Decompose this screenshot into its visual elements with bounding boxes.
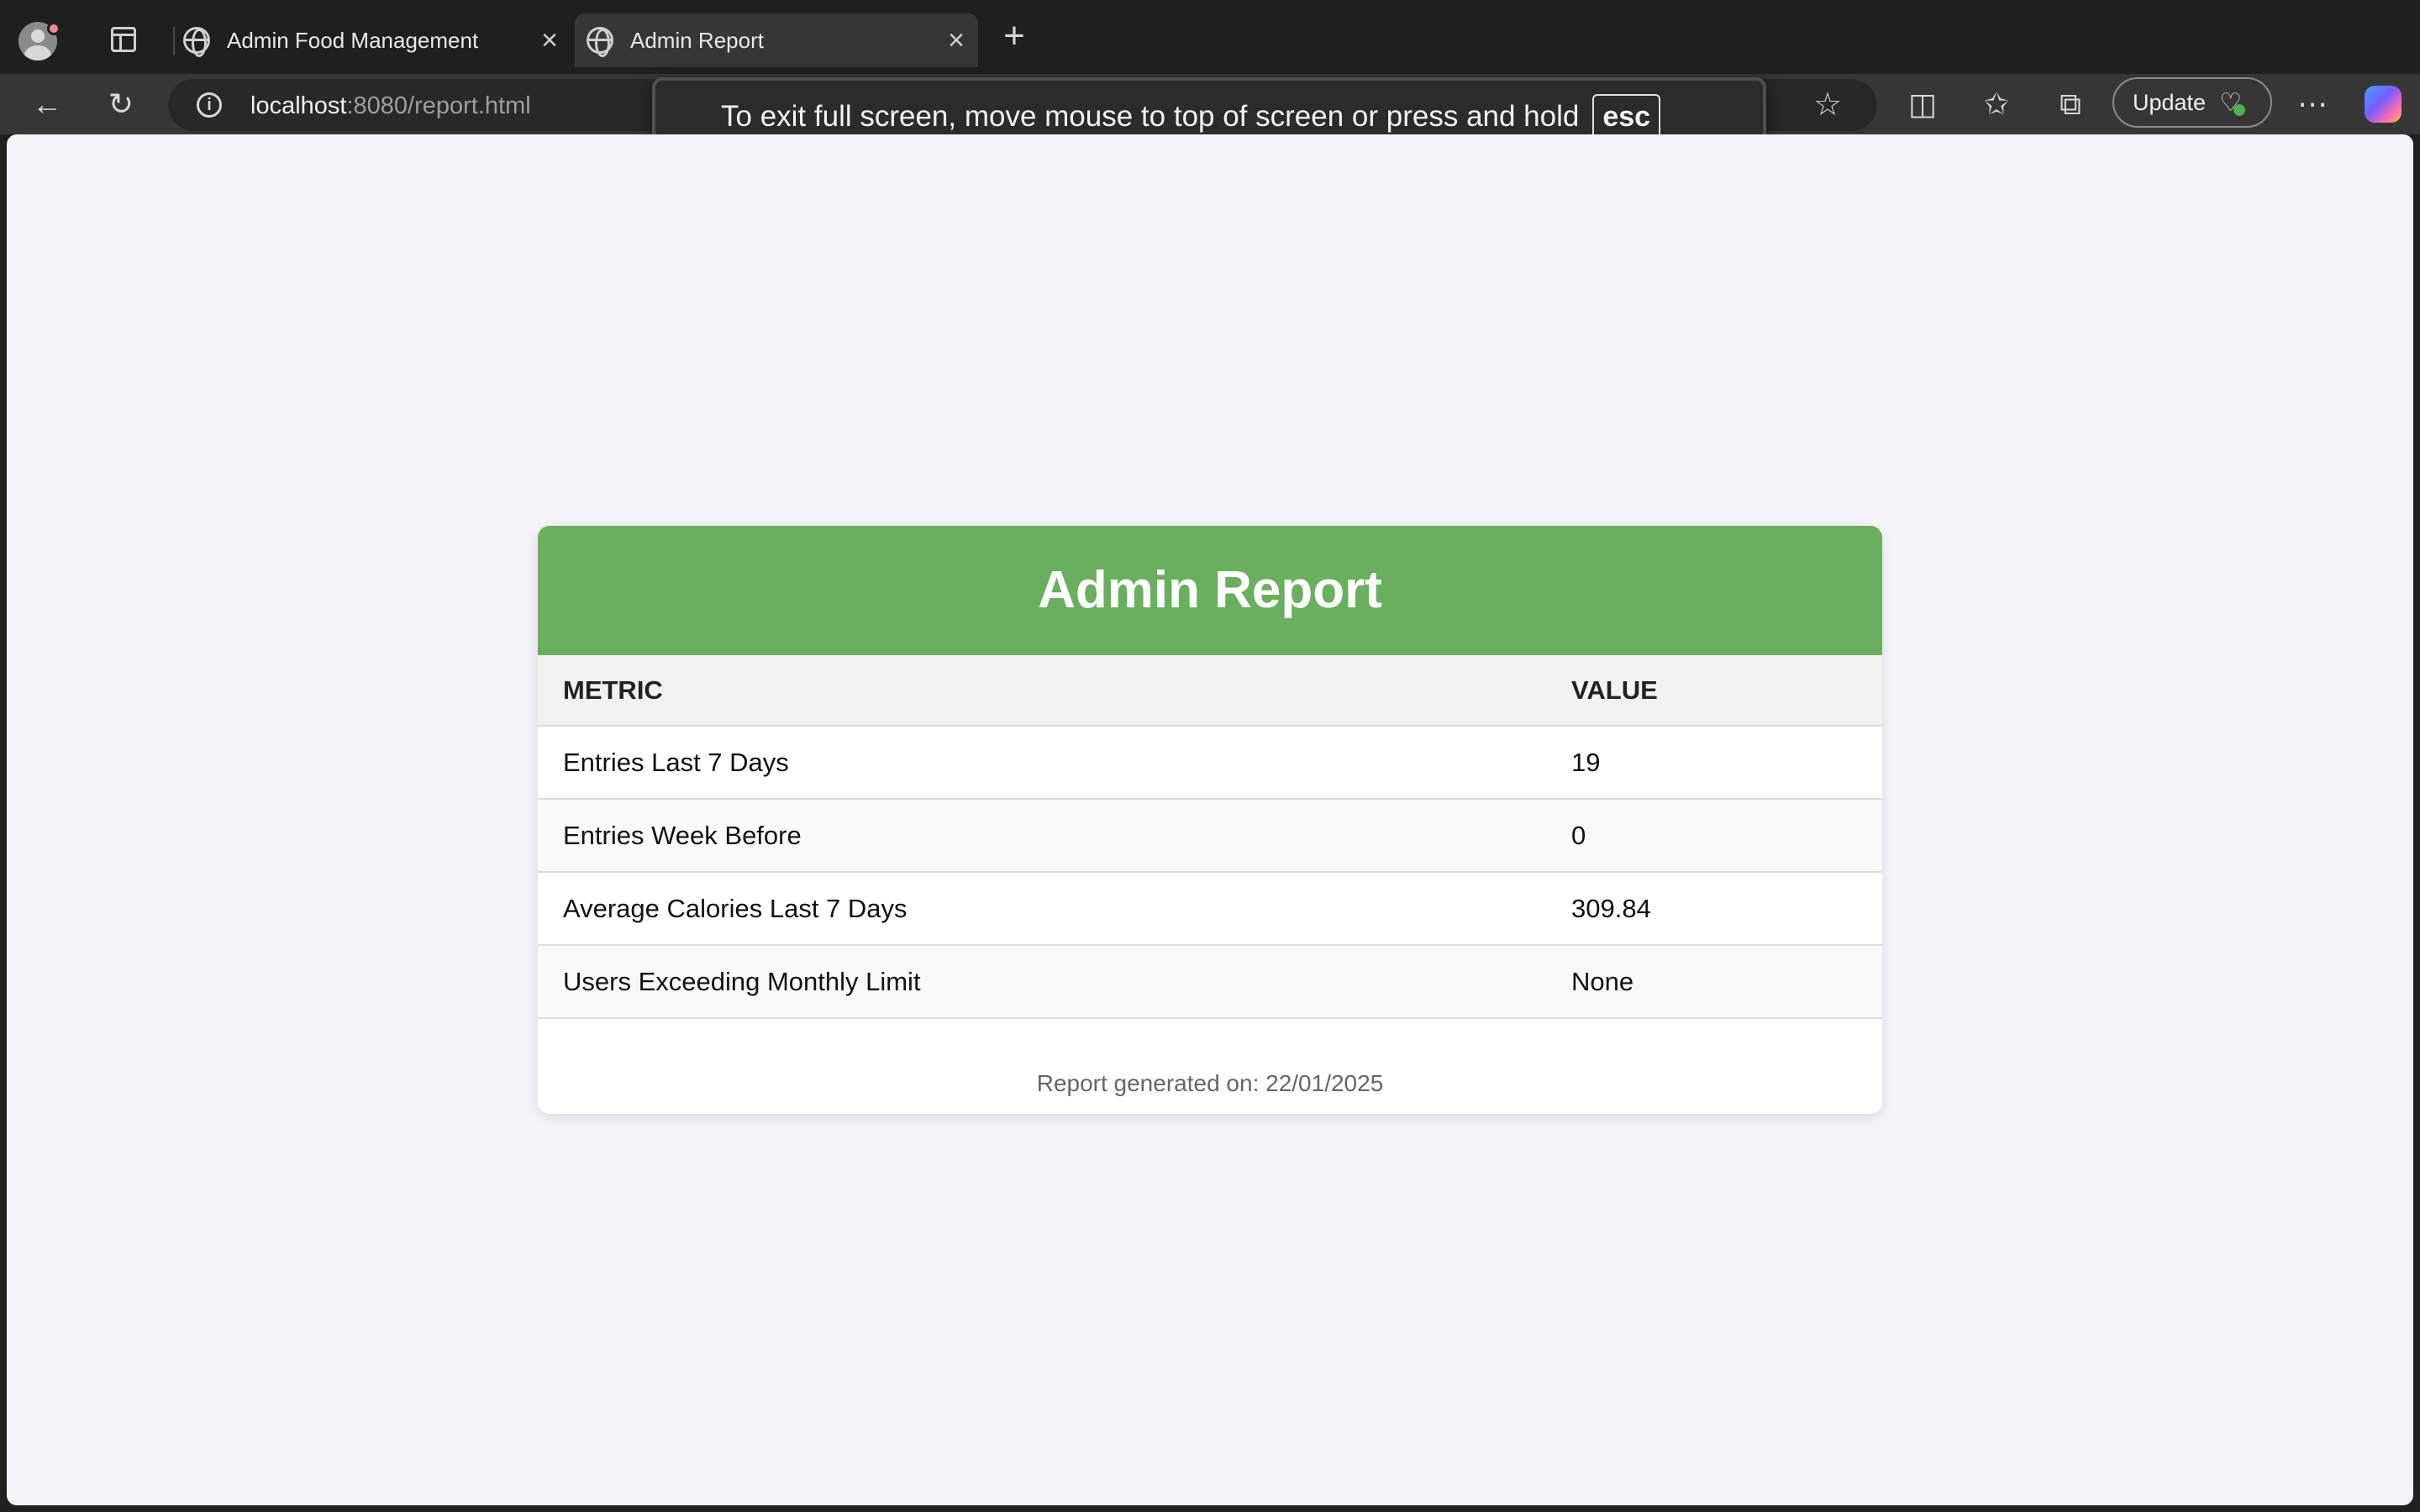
value-cell: 309.84 [1546, 871, 1882, 945]
url-text[interactable]: localhost:8080/report.html [250, 92, 531, 120]
split-screen-icon[interactable]: ◫ [1904, 86, 1941, 123]
value-cell: 19 [1546, 725, 1882, 799]
copilot-icon[interactable] [2365, 86, 2402, 123]
fullscreen-notice-text: To exit full screen, move mouse to top o… [721, 100, 1580, 133]
metric-cell: Entries Last 7 Days [538, 725, 1546, 799]
tab-title: Admin Report [630, 27, 764, 53]
report-generated-date: Report generated on: 22/01/2025 [1036, 1070, 1384, 1096]
value-cell: 0 [1546, 798, 1882, 872]
report-card: Admin Report METRIC VALUE Entries Last 7… [538, 526, 1882, 1114]
tab-actions-icon[interactable] [111, 27, 136, 52]
more-icon[interactable]: ⋯ [2294, 86, 2331, 123]
page-viewport: Admin Report METRIC VALUE Entries Last 7… [7, 134, 2413, 1505]
plus-icon[interactable]: + [997, 18, 1032, 55]
report-table: METRIC VALUE Entries Last 7 Days 19 Entr… [538, 655, 1882, 1019]
table-row: Users Exceeding Monthly Limit None [538, 944, 1882, 1019]
collections-icon[interactable]: ⧉ [2052, 86, 2089, 123]
update-label: Update [2133, 89, 2207, 115]
health-icon: ♡ [2219, 88, 2245, 117]
favorites-icon[interactable]: ✩ [1978, 86, 2015, 123]
metric-cell: Entries Week Before [538, 798, 1546, 872]
info-icon[interactable]: i [197, 92, 222, 118]
close-icon[interactable]: × [533, 26, 566, 55]
favorite-star-icon[interactable]: ☆ [1813, 86, 1842, 123]
tab-admin-food-management[interactable]: Admin Food Management × [180, 13, 571, 67]
close-icon[interactable]: × [939, 26, 973, 55]
tab-title: Admin Food Management [227, 27, 479, 53]
table-row: Entries Last 7 Days 19 [538, 725, 1882, 799]
tab-divider [173, 27, 175, 55]
column-header-metric: METRIC [538, 655, 1546, 726]
esc-key: esc [1592, 94, 1661, 139]
metric-cell: Users Exceeding Monthly Limit [538, 944, 1546, 1019]
profile-notification-dot [47, 22, 60, 35]
tab-strip: Admin Food Management × Admin Report × + [0, 0, 2420, 74]
update-button[interactable]: Update ♡ [2112, 77, 2272, 128]
table-header-row: METRIC VALUE [538, 655, 1882, 726]
table-row: Average Calories Last 7 Days 309.84 [538, 871, 1882, 945]
column-header-value: VALUE [1546, 655, 1882, 726]
value-cell: None [1546, 944, 1882, 1019]
back-icon[interactable]: ← [29, 86, 66, 123]
refresh-icon[interactable]: ↻ [103, 86, 139, 123]
metric-cell: Average Calories Last 7 Days [538, 871, 1546, 945]
table-row: Entries Week Before 0 [538, 798, 1882, 872]
globe-icon [587, 27, 613, 57]
report-title: Admin Report [538, 526, 1882, 655]
globe-icon [183, 27, 210, 57]
tab-admin-report[interactable]: Admin Report × [575, 13, 978, 67]
